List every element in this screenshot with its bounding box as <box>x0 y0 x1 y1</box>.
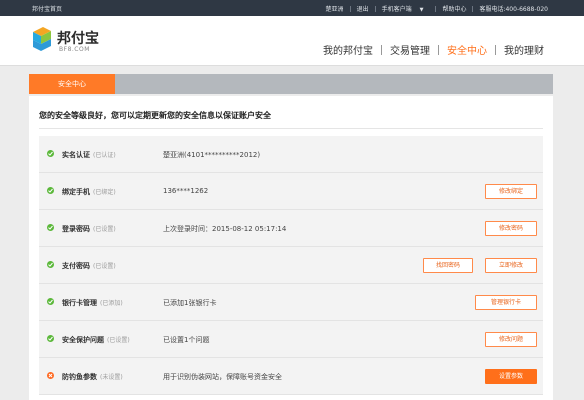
security-level-notice: 您的安全等级良好，您可以定期更新您的安全信息以保证账户安全 <box>39 111 271 120</box>
row-status-text: (已设置) <box>93 226 116 233</box>
mobile-client-dropdown[interactable]: 手机客户端 ▼ <box>376 4 436 13</box>
nav-my-account[interactable]: 我的邦付宝 <box>315 42 381 57</box>
chevron-down-icon: ▼ <box>419 7 424 13</box>
row-title: 实名认证 (已认证) <box>62 150 116 160</box>
row-title-text: 绑定手机 <box>62 188 90 196</box>
check-icon <box>47 298 54 305</box>
row-title: 银行卡管理 (已添加) <box>62 298 123 308</box>
username-link[interactable]: 楚亚洲 <box>320 4 350 13</box>
row-title-text: 银行卡管理 <box>62 299 97 307</box>
warning-icon <box>47 372 54 379</box>
check-icon <box>47 261 54 268</box>
row-title-text: 实名认证 <box>62 151 90 159</box>
row-status-text: (已设置) <box>107 337 130 344</box>
modify-questions-button[interactable]: 修改问题 <box>485 332 537 347</box>
security-row-security-questions: 安全保护问题 (已设置) 已设置1个问题 修改问题 <box>39 321 543 358</box>
manage-bank-card-button[interactable]: 管理银行卡 <box>475 295 537 310</box>
modify-binding-button[interactable]: 修改绑定 <box>485 184 537 199</box>
row-info: 已添加1张银行卡 <box>163 299 217 307</box>
logo-subtitle: BF8.COM <box>59 46 90 53</box>
row-status-text: (已添加) <box>100 300 123 307</box>
security-items: 实名认证 (已认证) 楚亚洲(4101**********2012) 绑定手机 (已… <box>39 136 543 395</box>
security-row-login-password: 登录密码 (已设置) 上次登录时间：2015-08-12 05:17:14 修改密… <box>39 210 543 247</box>
logo-icon[interactable] <box>31 26 53 52</box>
top-bar: 邦付宝首页 楚亚洲 退出 手机客户端 ▼ 帮助中心 客服电话:400-6688-0… <box>0 0 584 16</box>
row-info: 136****1262 <box>163 187 209 195</box>
mobile-client-label: 手机客户端 <box>381 6 412 13</box>
security-row-bank-card: 银行卡管理 (已添加) 已添加1张银行卡 管理银行卡 <box>39 284 543 321</box>
row-title: 支付密码 (已设置) <box>62 261 116 271</box>
main-nav: 我的邦付宝 交易管理 安全中心 我的理财 <box>315 42 552 57</box>
row-title: 绑定手机 (已绑定) <box>62 187 116 197</box>
section-tabs: 安全中心 <box>29 74 553 94</box>
recover-password-button[interactable]: 找回密码 <box>423 258 473 273</box>
row-status-text: (已绑定) <box>93 189 116 196</box>
check-icon <box>47 224 54 231</box>
row-title-text: 安全保护问题 <box>62 336 104 344</box>
security-row-phone: 绑定手机 (已绑定) 136****1262 修改绑定 <box>39 173 543 210</box>
row-info: 楚亚洲(4101**********2012) <box>163 151 261 159</box>
row-info: 上次登录时间：2015-08-12 05:17:14 <box>163 225 287 233</box>
security-panel: 您的安全等级良好，您可以定期更新您的安全信息以保证账户安全 实名认证 (已认证) … <box>29 96 553 400</box>
row-title-text: 支付密码 <box>62 262 90 270</box>
home-link[interactable]: 邦付宝首页 <box>32 4 62 13</box>
top-bar-links: 楚亚洲 退出 手机客户端 ▼ 帮助中心 客服电话:400-6688-020 <box>320 4 554 13</box>
hotline-text: 客服电话:400-6688-020 <box>479 6 548 13</box>
set-parameters-button[interactable]: 设置参数 <box>485 369 537 384</box>
check-icon <box>47 187 54 194</box>
security-row-payment-password: 支付密码 (已设置) 找回密码 立即修改 <box>39 247 543 284</box>
nav-security-center[interactable]: 安全中心 <box>439 42 495 57</box>
row-info: 已设置1个问题 <box>163 336 210 344</box>
site-header: 邦付宝 BF8.COM 我的邦付宝 交易管理 安全中心 我的理财 <box>0 16 584 66</box>
divider <box>39 128 543 129</box>
change-password-button[interactable]: 修改密码 <box>485 221 537 236</box>
row-info: 用于识别伪装网站，保障账号资金安全 <box>163 373 282 381</box>
row-title-text: 登录密码 <box>62 225 90 233</box>
security-row-real-name: 实名认证 (已认证) 楚亚洲(4101**********2012) <box>39 136 543 173</box>
check-icon <box>47 150 54 157</box>
security-row-anti-phishing: 防钓鱼参数 (未设置) 用于识别伪装网站，保障账号资金安全 设置参数 <box>39 358 543 395</box>
row-status-text: (已认证) <box>93 152 116 159</box>
modify-now-button[interactable]: 立即修改 <box>485 258 537 273</box>
row-title-text: 防钓鱼参数 <box>62 373 97 381</box>
row-title: 防钓鱼参数 (未设置) <box>62 372 123 382</box>
tab-security-center[interactable]: 安全中心 <box>29 74 115 94</box>
logout-link[interactable]: 退出 <box>351 4 375 13</box>
check-icon <box>47 335 54 342</box>
row-status-text: (未设置) <box>100 374 123 381</box>
row-title: 登录密码 (已设置) <box>62 224 116 234</box>
row-title: 安全保护问题 (已设置) <box>62 335 130 345</box>
nav-transactions[interactable]: 交易管理 <box>382 42 438 57</box>
help-center-link[interactable]: 帮助中心 <box>436 4 472 13</box>
logo-text: 邦付宝 <box>57 31 99 47</box>
row-status-text: (已设置) <box>93 263 116 270</box>
nav-my-finance[interactable]: 我的理财 <box>496 42 552 57</box>
